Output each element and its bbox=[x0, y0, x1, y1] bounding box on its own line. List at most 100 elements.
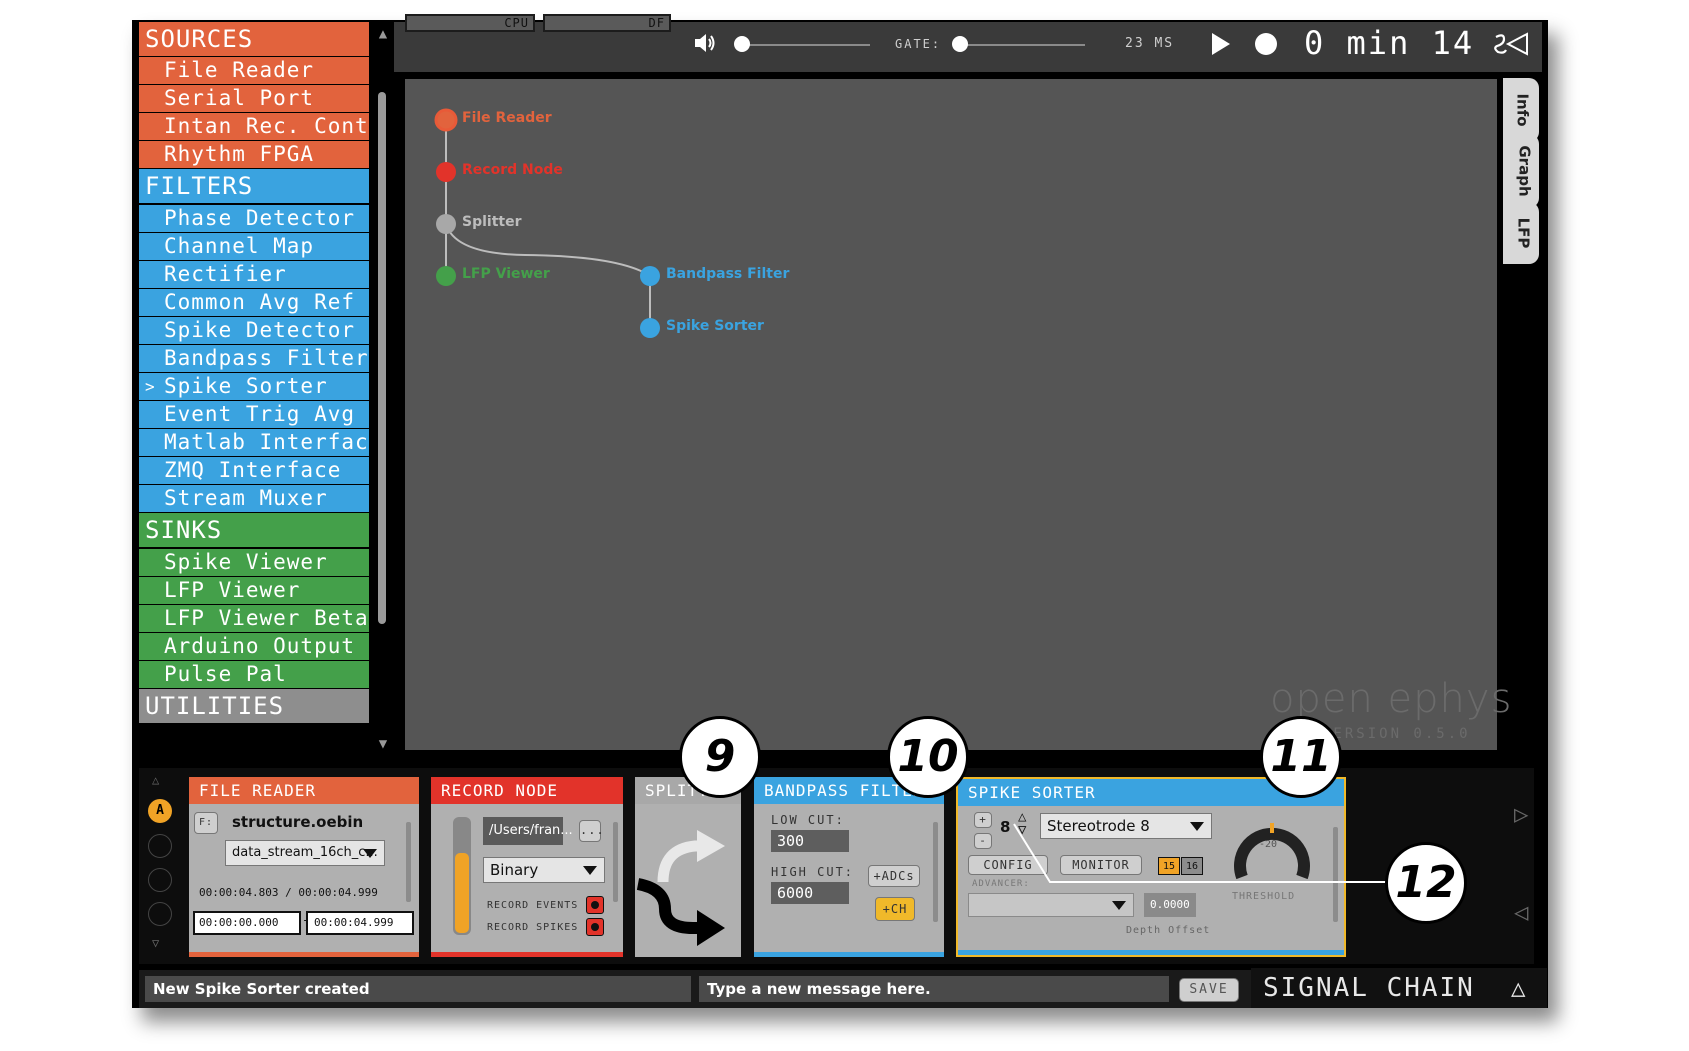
list-item[interactable]: Common Avg Ref bbox=[139, 289, 369, 316]
stream-dropdown[interactable]: data_stream_16ch_c... bbox=[225, 840, 385, 866]
node-label-file-reader[interactable]: File Reader bbox=[462, 110, 552, 126]
node-label-spike-sorter[interactable]: Spike Sorter bbox=[666, 318, 764, 334]
scroll-left-icon[interactable]: ◁ bbox=[1514, 898, 1528, 926]
node-dot-spike-sorter[interactable] bbox=[640, 318, 660, 338]
depth-offset-field[interactable]: 0.0000 bbox=[1144, 893, 1196, 917]
selector-slot[interactable] bbox=[148, 868, 172, 892]
selector-slot[interactable] bbox=[148, 902, 172, 926]
splitter-arrows-icon[interactable] bbox=[635, 804, 741, 954]
record-path[interactable]: /Users/fran... bbox=[483, 817, 573, 845]
list-item[interactable]: Bandpass Filter bbox=[139, 345, 369, 372]
scroll-up-icon[interactable]: ▲ bbox=[374, 26, 392, 42]
list-scrollbar[interactable]: ▲ ▼ bbox=[374, 26, 392, 754]
remove-electrode-button[interactable]: - bbox=[974, 833, 992, 849]
editor-drag-handle[interactable] bbox=[406, 822, 411, 902]
node-dot-splitter[interactable] bbox=[436, 214, 456, 234]
list-item[interactable]: Pulse Pal bbox=[139, 661, 369, 688]
list-item[interactable]: Event Trig Avg bbox=[139, 401, 369, 428]
list-item[interactable]: Spike Viewer bbox=[139, 549, 369, 576]
folder-button[interactable]: F: bbox=[194, 812, 218, 834]
list-item[interactable]: Channel Map bbox=[139, 233, 369, 260]
list-item[interactable]: Intan Rec. Controller bbox=[139, 113, 369, 140]
list-item[interactable]: Serial Port bbox=[139, 85, 369, 112]
editor-footer bbox=[754, 952, 944, 957]
list-item-selected[interactable]: > Spike Sorter bbox=[139, 373, 369, 400]
node-dot-record-node[interactable] bbox=[436, 162, 456, 182]
node-dot-file-reader[interactable] bbox=[434, 108, 458, 132]
current-time: 00:00:04.803 bbox=[199, 886, 279, 899]
category-filters[interactable]: FILTERS bbox=[139, 169, 369, 203]
list-item[interactable]: Arduino Output bbox=[139, 633, 369, 660]
message-input[interactable]: Type a new message here. bbox=[699, 976, 1169, 1002]
gate-label: GATE: bbox=[895, 37, 942, 51]
editor-title[interactable]: FILE READER bbox=[189, 777, 419, 804]
tab-lfp[interactable]: LFP bbox=[1503, 202, 1539, 264]
list-item[interactable]: File Reader bbox=[139, 57, 369, 84]
end-time-field[interactable]: 00:00:04.999 bbox=[306, 911, 414, 935]
total-time: 00:00:04.999 bbox=[298, 886, 378, 899]
dropdown-value: Binary bbox=[490, 861, 539, 879]
volume-slider-track[interactable] bbox=[740, 44, 870, 46]
tab-info[interactable]: Info bbox=[1503, 78, 1539, 142]
category-sinks[interactable]: SINKS bbox=[139, 513, 369, 547]
signal-chain-toggle-icon[interactable] bbox=[1494, 31, 1530, 57]
list-item[interactable]: Matlab Interface bbox=[139, 429, 369, 456]
browse-button[interactable]: ... bbox=[579, 820, 604, 842]
high-cut-field[interactable]: 6000 bbox=[771, 882, 849, 904]
signal-chain-toggle[interactable]: SIGNAL CHAIN △ bbox=[1251, 968, 1547, 1008]
list-item[interactable]: Rectifier bbox=[139, 261, 369, 288]
disk-meter: DF bbox=[543, 14, 671, 32]
latency-readout: 23 MS bbox=[1125, 36, 1175, 51]
cpu-meter: CPU bbox=[405, 14, 535, 32]
selector-down-icon[interactable]: ▽ bbox=[152, 936, 159, 950]
selector-slot[interactable] bbox=[148, 834, 172, 858]
list-item[interactable]: ZMQ Interface bbox=[139, 457, 369, 484]
node-dot-bandpass-filter[interactable] bbox=[640, 266, 660, 286]
record-icon[interactable] bbox=[1255, 33, 1277, 55]
editor-drag-handle[interactable] bbox=[933, 822, 938, 922]
list-item[interactable]: Spike Detector bbox=[139, 317, 369, 344]
node-label-bandpass-filter[interactable]: Bandpass Filter bbox=[666, 266, 789, 282]
low-cut-field[interactable]: 300 bbox=[771, 830, 849, 852]
toggle-dot-icon bbox=[591, 923, 599, 931]
list-item[interactable]: LFP Viewer bbox=[139, 577, 369, 604]
editor-title[interactable]: RECORD NODE bbox=[431, 777, 623, 804]
node-dot-lfp-viewer[interactable] bbox=[436, 266, 456, 286]
list-item[interactable]: Phase Detector bbox=[139, 205, 369, 232]
record-spikes-toggle[interactable] bbox=[586, 918, 604, 936]
format-dropdown[interactable]: Binary bbox=[483, 857, 605, 883]
scroll-down-icon[interactable]: ▼ bbox=[374, 736, 392, 752]
node-label-lfp-viewer[interactable]: LFP Viewer bbox=[462, 266, 550, 282]
node-label-splitter[interactable]: Splitter bbox=[462, 214, 522, 230]
channel-button[interactable]: +CH bbox=[875, 897, 915, 921]
selector-up-icon[interactable]: △ bbox=[152, 773, 159, 787]
list-item[interactable]: LFP Viewer Beta bbox=[139, 605, 369, 632]
adcs-button[interactable]: +ADCs bbox=[868, 865, 920, 887]
node-label-record-node[interactable]: Record Node bbox=[462, 162, 563, 178]
record-events-toggle[interactable] bbox=[586, 896, 604, 914]
category-utilities[interactable]: UTILITIES bbox=[139, 689, 369, 723]
record-node-editor: RECORD NODE /Users/fran... ... Binary RE… bbox=[431, 777, 623, 957]
category-sources[interactable]: SOURCES bbox=[139, 22, 369, 56]
play-icon[interactable] bbox=[1212, 33, 1230, 55]
advancer-dropdown[interactable] bbox=[968, 893, 1134, 917]
list-item[interactable]: Rhythm FPGA bbox=[139, 141, 369, 168]
editor-drag-handle[interactable] bbox=[613, 822, 618, 902]
save-message-button[interactable]: SAVE bbox=[1179, 978, 1239, 1002]
scroll-right-icon[interactable]: ▷ bbox=[1514, 800, 1528, 828]
add-electrode-button[interactable]: + bbox=[974, 812, 992, 828]
start-time-field[interactable]: 00:00:00.000 bbox=[193, 911, 301, 935]
gate-slider-track[interactable] bbox=[960, 44, 1085, 46]
selector-badge-a[interactable]: A bbox=[148, 799, 172, 823]
file-name[interactable]: structure.oebin bbox=[232, 813, 363, 831]
record-clock[interactable]: 0 min 14 bbox=[1304, 24, 1474, 62]
scroll-thumb[interactable] bbox=[378, 92, 386, 624]
gate-slider-knob[interactable] bbox=[952, 36, 968, 52]
volume-slider-knob[interactable] bbox=[734, 36, 750, 52]
list-item[interactable]: Stream Muxer bbox=[139, 485, 369, 512]
time-separator: / bbox=[285, 886, 292, 899]
callout-10: 10 bbox=[887, 716, 969, 798]
tab-graph[interactable]: Graph bbox=[1503, 134, 1539, 208]
clock-seconds: 14 bbox=[1431, 24, 1475, 62]
speaker-icon[interactable] bbox=[693, 32, 717, 54]
